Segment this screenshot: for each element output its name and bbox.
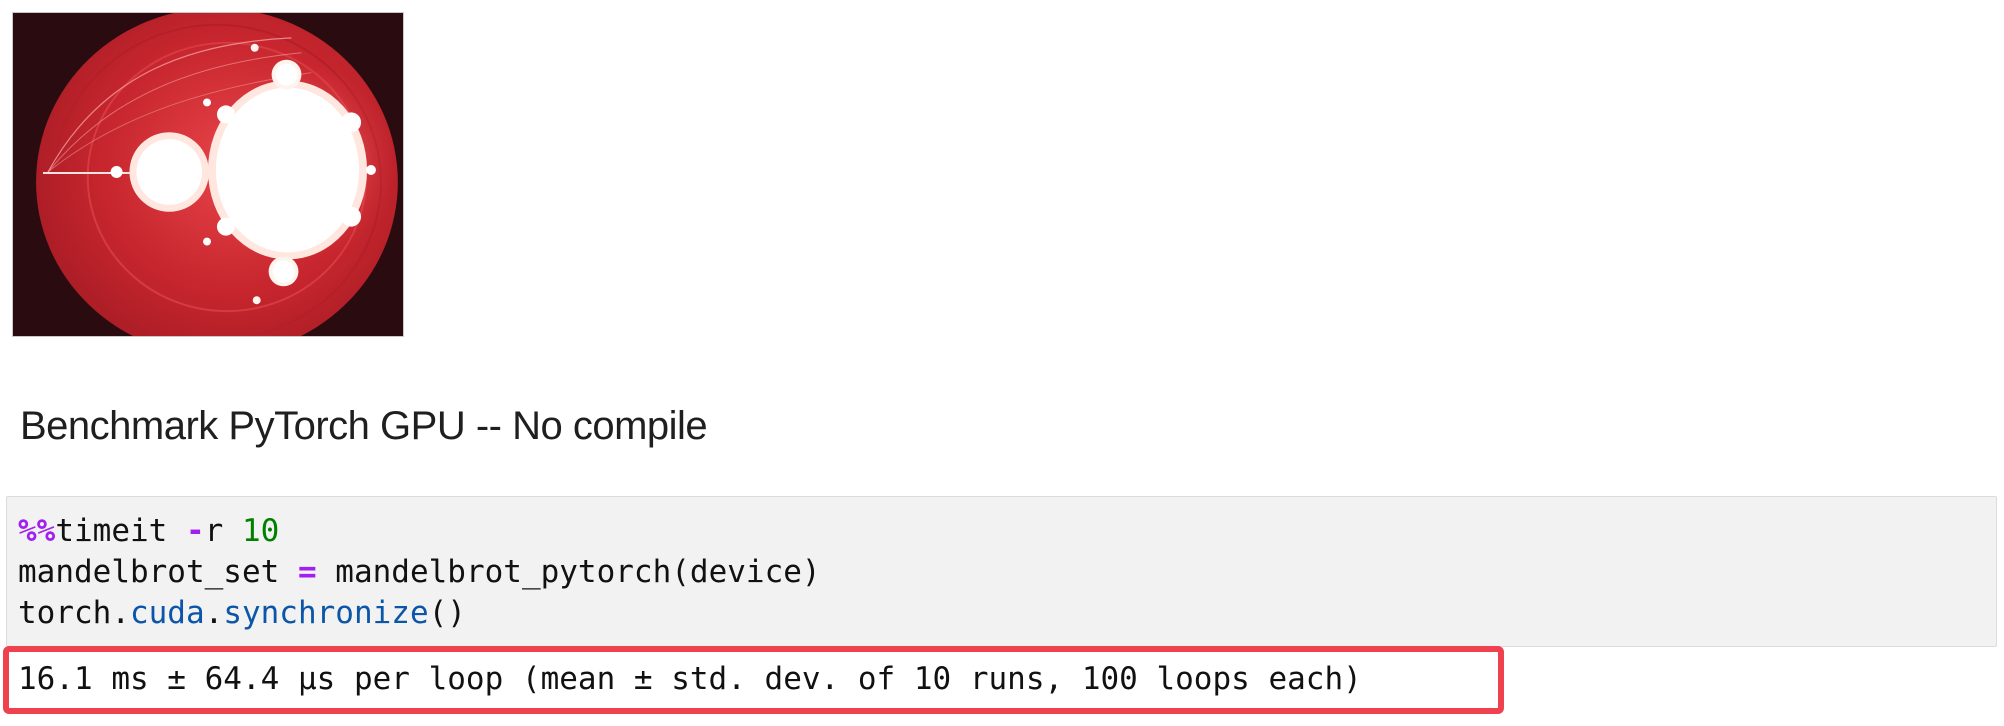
function-call: mandelbrot_pytorch(device) <box>316 554 821 590</box>
assign-operator: = <box>297 554 317 590</box>
flag-value: 10 <box>241 513 280 549</box>
code-line-1: %%timeit -r 10 <box>18 511 1985 552</box>
timeit-output-highlight: 16.1 ms ± 64.4 µs per loop (mean ± std. … <box>3 646 1504 714</box>
mandelbrot-output-image <box>12 12 404 337</box>
mandelbrot-svg <box>13 13 403 336</box>
page-title: Benchmark PyTorch GPU -- No compile <box>20 404 708 448</box>
code-line-3: torch.cuda.synchronize() <box>18 593 1985 634</box>
flag-operator: - <box>185 513 205 549</box>
code-line-2: mandelbrot_set = mandelbrot_pytorch(devi… <box>18 552 1985 593</box>
attribute-dot: . <box>204 595 224 631</box>
attribute-synchronize: synchronize <box>223 595 429 631</box>
call-parens: () <box>428 595 466 631</box>
timeit-output-text: 16.1 ms ± 64.4 µs per loop (mean ± std. … <box>18 661 1362 697</box>
flag-name: r <box>204 513 242 549</box>
attribute-cuda: cuda <box>129 595 205 631</box>
assign-target: mandelbrot_set <box>18 554 298 590</box>
magic-token: %% <box>18 513 56 549</box>
magic-command: timeit <box>55 513 186 549</box>
module-name: torch. <box>18 595 130 631</box>
code-cell[interactable]: %%timeit -r 10 mandelbrot_set = mandelbr… <box>6 496 1997 647</box>
